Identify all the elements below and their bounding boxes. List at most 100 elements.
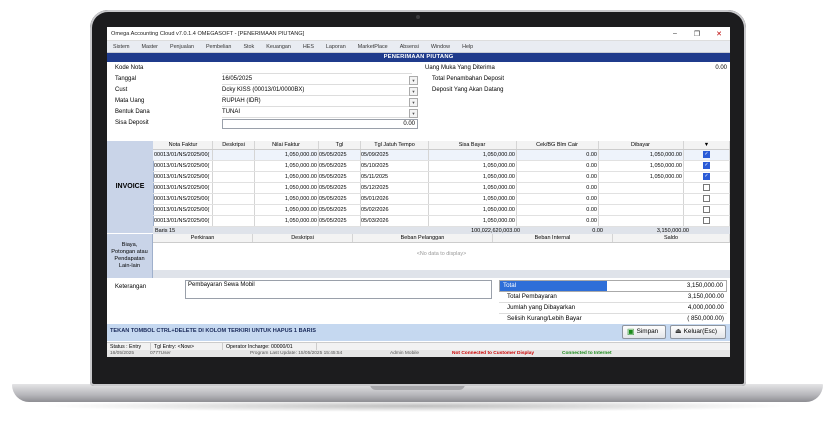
cell-tgl[interactable]: 05/05/2025: [319, 172, 361, 182]
row-checkbox[interactable]: [684, 183, 730, 193]
menu-laporan[interactable]: Laporan: [320, 44, 352, 50]
cell-nilai-faktur[interactable]: 1,050,000.00: [255, 161, 319, 171]
cell-tgl[interactable]: 05/05/2025: [319, 183, 361, 193]
cell-dibayar[interactable]: 1,050,000.00: [599, 172, 684, 182]
kode-nota-field[interactable]: [222, 64, 412, 74]
mata-uang-field[interactable]: RUPIAH (IDR): [222, 97, 412, 107]
cell-nilai-faktur[interactable]: 1,050,000.00: [255, 216, 319, 226]
cell-tgl-jatuh-tempo[interactable]: 05/03/2026: [361, 216, 429, 226]
table-row[interactable]: 00013/01/NS/2025/00(1,050,000.00 05/05/20…: [153, 205, 730, 216]
cell-sisa-bayar[interactable]: 1,050,000.00: [429, 194, 517, 204]
col-saldo[interactable]: Saldo: [613, 234, 730, 242]
cell-cek-bg[interactable]: 0.00: [517, 205, 599, 215]
cell-nota-faktur[interactable]: 00013/01/NS/2025/00(: [153, 172, 213, 182]
cell-dibayar[interactable]: [599, 183, 684, 193]
cell-cek-bg[interactable]: 0.00: [517, 150, 599, 160]
checkbox-checked-icon[interactable]: ✓: [703, 173, 710, 181]
checkbox-checked-icon[interactable]: ✓: [703, 151, 710, 159]
cell-sisa-bayar[interactable]: 1,050,000.00: [429, 216, 517, 226]
col-tgl-jatuh-tempo[interactable]: Tgl Jatuh Tempo: [361, 141, 429, 149]
cell-nota-faktur[interactable]: 00013/01/NS/2025/00(: [153, 161, 213, 171]
cell-tgl-jatuh-tempo[interactable]: 05/01/2026: [361, 194, 429, 204]
menu-marketplace[interactable]: MarketPlace: [352, 44, 394, 50]
cell-deskripsi[interactable]: [213, 205, 255, 215]
table-row[interactable]: 00013/01/NS/2025/00(1,050,000.00 05/05/20…: [153, 161, 730, 172]
bentuk-dana-field[interactable]: TUNAI: [222, 108, 412, 118]
minimize-button[interactable]: –: [664, 30, 686, 37]
col-select[interactable]: ▼: [684, 141, 730, 149]
col-deskripsi[interactable]: Deskripsi: [213, 141, 255, 149]
col-tgl[interactable]: Tgl: [319, 141, 361, 149]
menu-master[interactable]: Master: [135, 44, 163, 50]
close-button[interactable]: ✕: [708, 30, 730, 38]
table-row[interactable]: 00013/01/NS/2025/00(1,050,000.00 05/05/20…: [153, 194, 730, 205]
cell-sisa-bayar[interactable]: 1,050,000.00: [429, 172, 517, 182]
checkbox-checked-icon[interactable]: ✓: [703, 162, 710, 170]
cell-tgl-jatuh-tempo[interactable]: 05/10/2025: [361, 161, 429, 171]
cell-deskripsi[interactable]: [213, 172, 255, 182]
cell-tgl[interactable]: 05/05/2025: [319, 150, 361, 160]
cell-nilai-faktur[interactable]: 1,050,000.00: [255, 172, 319, 182]
keterangan-field[interactable]: Pembayaran Sewa Mobil: [185, 280, 492, 299]
cell-dibayar[interactable]: 1,050,000.00: [599, 150, 684, 160]
cell-sisa-bayar[interactable]: 1,050,000.00: [429, 150, 517, 160]
menu-help[interactable]: Help: [456, 44, 479, 50]
tanggal-field[interactable]: 16/05/2025: [222, 75, 412, 85]
cell-tgl-jatuh-tempo[interactable]: 05/02/2026: [361, 205, 429, 215]
col-perkiraan[interactable]: Perkiraan: [153, 234, 253, 242]
cell-nilai-faktur[interactable]: 1,050,000.00: [255, 205, 319, 215]
cell-dibayar[interactable]: [599, 216, 684, 226]
checkbox-empty-icon[interactable]: [703, 184, 710, 192]
col-deskripsi-biaya[interactable]: Deskripsi: [253, 234, 353, 242]
cell-tgl-jatuh-tempo[interactable]: 05/09/2025: [361, 150, 429, 160]
cell-nota-faktur[interactable]: 00013/01/NS/2025/00(: [153, 150, 213, 160]
chevron-down-icon[interactable]: ▼: [409, 98, 418, 107]
cell-nota-faktur[interactable]: 00013/01/NS/2025/00(: [153, 194, 213, 204]
save-button[interactable]: ▣ Simpan: [622, 325, 666, 339]
row-checkbox[interactable]: [684, 216, 730, 226]
col-beban-pelanggan[interactable]: Beban Pelanggan: [353, 234, 493, 242]
chevron-down-icon[interactable]: ▼: [409, 109, 418, 118]
cell-sisa-bayar[interactable]: 1,050,000.00: [429, 161, 517, 171]
cell-nota-faktur[interactable]: 00013/01/NS/2025/00(: [153, 183, 213, 193]
cell-sisa-bayar[interactable]: 1,050,000.00: [429, 183, 517, 193]
cell-nilai-faktur[interactable]: 1,050,000.00: [255, 150, 319, 160]
row-checkbox[interactable]: [684, 205, 730, 215]
cell-nilai-faktur[interactable]: 1,050,000.00: [255, 183, 319, 193]
menu-hes[interactable]: HES: [297, 44, 320, 50]
cell-nota-faktur[interactable]: 00013/01/NS/2025/00(: [153, 216, 213, 226]
cell-cek-bg[interactable]: 0.00: [517, 183, 599, 193]
chevron-down-icon[interactable]: ▼: [409, 87, 418, 96]
cell-deskripsi[interactable]: [213, 216, 255, 226]
exit-button[interactable]: ⏏ Keluar(Esc): [670, 325, 726, 339]
menu-sistem[interactable]: Sistem: [107, 44, 135, 50]
cell-dibayar[interactable]: [599, 205, 684, 215]
cell-deskripsi[interactable]: [213, 194, 255, 204]
table-row[interactable]: 00013/01/NS/2025/00(1,050,000.00 05/05/20…: [153, 183, 730, 194]
table-row[interactable]: 00013/01/NS/2025/00(1,050,000.00 05/05/20…: [153, 150, 730, 161]
maximize-button[interactable]: ❐: [686, 30, 708, 38]
checkbox-empty-icon[interactable]: [703, 195, 710, 203]
col-sisa-bayar[interactable]: Sisa Bayar: [429, 141, 517, 149]
cell-cek-bg[interactable]: 0.00: [517, 194, 599, 204]
cell-tgl[interactable]: 05/05/2025: [319, 205, 361, 215]
cell-tgl-jatuh-tempo[interactable]: 05/11/2025: [361, 172, 429, 182]
row-checkbox[interactable]: ✓: [684, 161, 730, 171]
cell-nilai-faktur[interactable]: 1,050,000.00: [255, 194, 319, 204]
cell-nota-faktur[interactable]: 00013/01/NS/2025/00(: [153, 205, 213, 215]
cell-cek-bg[interactable]: 0.00: [517, 216, 599, 226]
cell-dibayar[interactable]: [599, 194, 684, 204]
checkbox-empty-icon[interactable]: [703, 217, 710, 225]
table-row[interactable]: 00013/01/NS/2025/00(1,050,000.00 05/05/20…: [153, 216, 730, 227]
col-beban-internal[interactable]: Beban Internal: [493, 234, 613, 242]
menu-absensi[interactable]: Absensi: [394, 44, 425, 50]
col-dibayar[interactable]: Dibayar: [599, 141, 684, 149]
menu-pembelian[interactable]: Pembelian: [200, 44, 237, 50]
cell-cek-bg[interactable]: 0.00: [517, 161, 599, 171]
cell-tgl[interactable]: 05/05/2025: [319, 216, 361, 226]
chevron-down-icon[interactable]: ▼: [409, 76, 418, 85]
cell-sisa-bayar[interactable]: 1,050,000.00: [429, 205, 517, 215]
menu-keuangan[interactable]: Keuangan: [260, 44, 297, 50]
row-checkbox[interactable]: ✓: [684, 172, 730, 182]
cell-tgl[interactable]: 05/05/2025: [319, 161, 361, 171]
